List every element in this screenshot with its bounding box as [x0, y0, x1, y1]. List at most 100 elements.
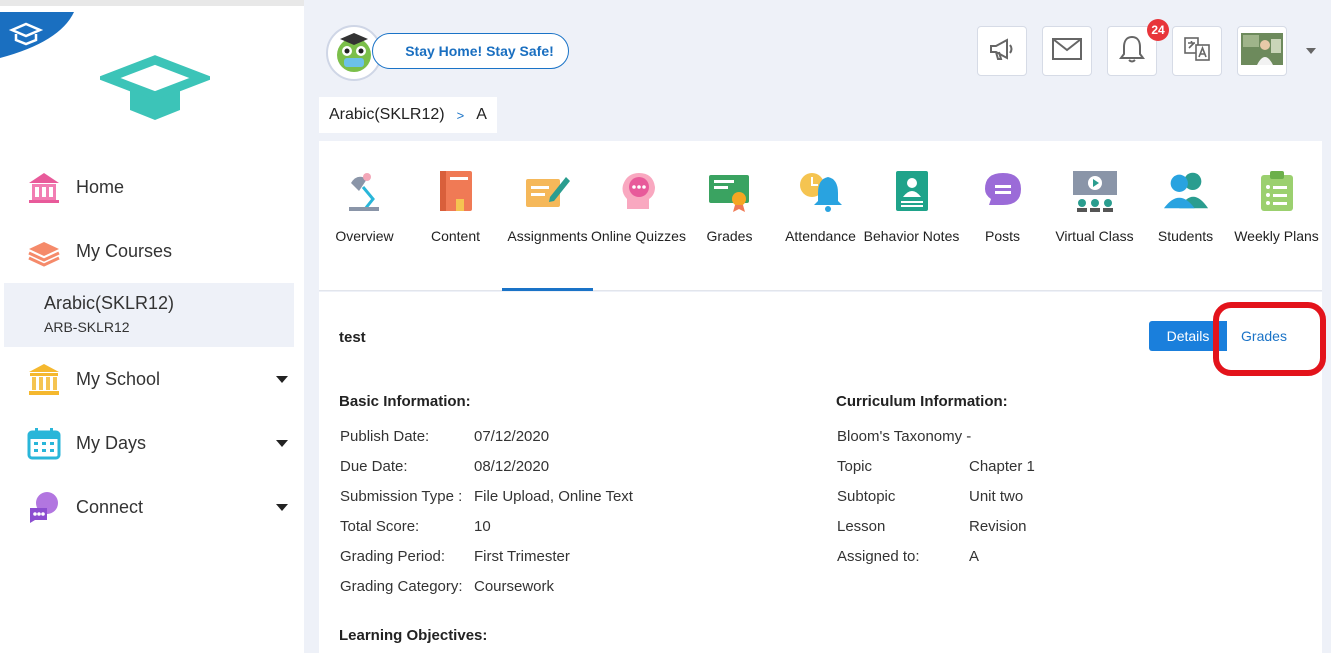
home-icon — [26, 169, 62, 205]
nav-label: Connect — [76, 496, 144, 517]
quiz-icon — [615, 167, 663, 215]
tab-label: Grades — [706, 228, 753, 244]
info-value: 10 — [474, 518, 491, 535]
info-label: Topic — [837, 458, 873, 475]
chat-bubble-icon — [979, 167, 1027, 215]
mail-icon — [1051, 37, 1083, 66]
nav-label: My School — [76, 368, 161, 389]
chevron-down-icon[interactable] — [1306, 48, 1316, 54]
info-value: A — [969, 548, 980, 565]
nav-my-days[interactable]: My Days — [0, 411, 304, 475]
learning-objectives-heading: Learning Objectives: — [339, 627, 488, 644]
course-tabs: Overview Content Assignments Online Quiz… — [319, 141, 1322, 291]
book-icon — [432, 167, 480, 215]
breadcrumb: Arabic(SKLR12) > A — [319, 97, 497, 133]
tab-label: Behavior Notes — [863, 228, 960, 244]
info-value: Unit two — [969, 488, 1024, 505]
course-name: Arabic(SKLR12) — [44, 293, 175, 313]
info-value: 08/12/2020 — [474, 458, 550, 475]
bell-icon — [1118, 34, 1146, 69]
behavior-notes-icon — [888, 167, 936, 215]
breadcrumb-separator: > — [456, 107, 465, 123]
translate-icon — [1182, 34, 1212, 69]
language-button[interactable] — [1172, 26, 1222, 76]
tab-label: Online Quizzes — [591, 228, 686, 244]
assignment-details-panel: test Details Grades Basic Information: P… — [319, 292, 1326, 653]
lamp-icon — [341, 167, 389, 215]
chevron-down-icon[interactable] — [276, 375, 288, 383]
breadcrumb-section: A — [476, 106, 487, 123]
announcements-button[interactable] — [977, 26, 1027, 76]
courses-icon — [26, 233, 62, 269]
tab-label: Assignments — [507, 228, 588, 244]
megaphone-icon — [987, 34, 1017, 69]
tab-label: Content — [430, 228, 481, 244]
tab-behavior-notes[interactable]: Behavior Notes — [864, 141, 959, 291]
tab-grades[interactable]: Grades — [684, 141, 775, 291]
info-label: Publish Date: — [340, 428, 430, 445]
tab-assignments[interactable]: Assignments — [502, 141, 593, 291]
info-value: 07/12/2020 — [474, 428, 550, 445]
tab-label: Students — [1157, 228, 1214, 244]
info-label: Grading Category: — [340, 578, 463, 595]
tab-attendance[interactable]: Attendance — [775, 141, 866, 291]
app-logo — [100, 55, 210, 120]
tab-label: Virtual Class — [1055, 228, 1134, 244]
info-label: Assigned to: — [837, 548, 920, 565]
tab-label: Attendance — [785, 228, 856, 244]
virtual-class-icon — [1071, 167, 1119, 215]
info-value: Revision — [969, 518, 1027, 535]
info-value: Chapter 1 — [969, 458, 1035, 475]
info-label: Total Score: — [340, 518, 420, 535]
nav-my-courses[interactable]: My Courses — [0, 219, 304, 283]
stay-safe-banner[interactable]: Stay Home! Stay Safe! — [372, 33, 569, 69]
basic-info-heading: Basic Information: — [339, 393, 471, 410]
tab-online-quizzes[interactable]: Online Quizzes — [591, 141, 686, 291]
nav-home[interactable]: Home — [0, 155, 304, 219]
nav-label: My Days — [76, 432, 147, 453]
tab-content[interactable]: Content — [410, 141, 501, 291]
nav-label: My Courses — [76, 240, 173, 261]
info-value: Coursework — [474, 578, 555, 595]
active-course-item[interactable]: Arabic(SKLR12) ARB-SKLR12 — [4, 283, 294, 347]
curriculum-info-heading: Curriculum Information: — [836, 393, 1008, 410]
chevron-down-icon[interactable] — [276, 439, 288, 447]
highlight-circle-annotation — [1213, 302, 1326, 376]
students-icon — [1162, 167, 1210, 215]
info-label: Bloom's Taxonomy - — [837, 428, 972, 445]
connect-icon — [26, 489, 62, 525]
clipboard-icon — [1253, 167, 1301, 215]
info-label: Due Date: — [340, 458, 408, 475]
info-label: Lesson — [837, 518, 886, 535]
tab-label: Posts — [984, 228, 1020, 244]
tab-posts[interactable]: Posts — [957, 141, 1048, 291]
sidebar: Home My Courses Arabic(SKLR12) ARB-SKLR1… — [0, 0, 304, 653]
breadcrumb-course[interactable]: Arabic(SKLR12) — [329, 106, 445, 124]
nav-label: Home — [76, 176, 125, 197]
profile-photo — [1241, 32, 1283, 70]
info-label: Grading Period: — [340, 548, 446, 565]
assignment-title: test — [339, 329, 366, 346]
corner-logo-badge[interactable] — [0, 12, 74, 58]
profile-button[interactable] — [1237, 26, 1287, 76]
notification-count-badge: 24 — [1147, 19, 1169, 41]
alarm-bell-icon — [797, 167, 845, 215]
school-icon — [26, 361, 62, 397]
certificate-icon — [706, 167, 754, 215]
messages-button[interactable] — [1042, 26, 1092, 76]
tab-label: Weekly Plans — [1234, 228, 1319, 244]
tab-weekly-plans[interactable]: Weekly Plans — [1231, 141, 1322, 291]
tab-overview[interactable]: Overview — [319, 141, 410, 291]
assignment-icon — [524, 167, 572, 215]
tab-label: Overview — [335, 228, 394, 244]
nav-connect[interactable]: Connect — [0, 475, 304, 539]
course-code: ARB-SKLR12 — [44, 319, 130, 335]
info-value: First Trimester — [474, 548, 570, 565]
chevron-down-icon[interactable] — [276, 503, 288, 511]
tab-students[interactable]: Students — [1140, 141, 1231, 291]
tab-virtual-class[interactable]: Virtual Class — [1049, 141, 1140, 291]
info-label: Submission Type : — [340, 488, 463, 505]
calendar-icon — [26, 425, 62, 461]
nav-my-school[interactable]: My School — [0, 347, 304, 411]
info-label: Subtopic — [837, 488, 896, 505]
